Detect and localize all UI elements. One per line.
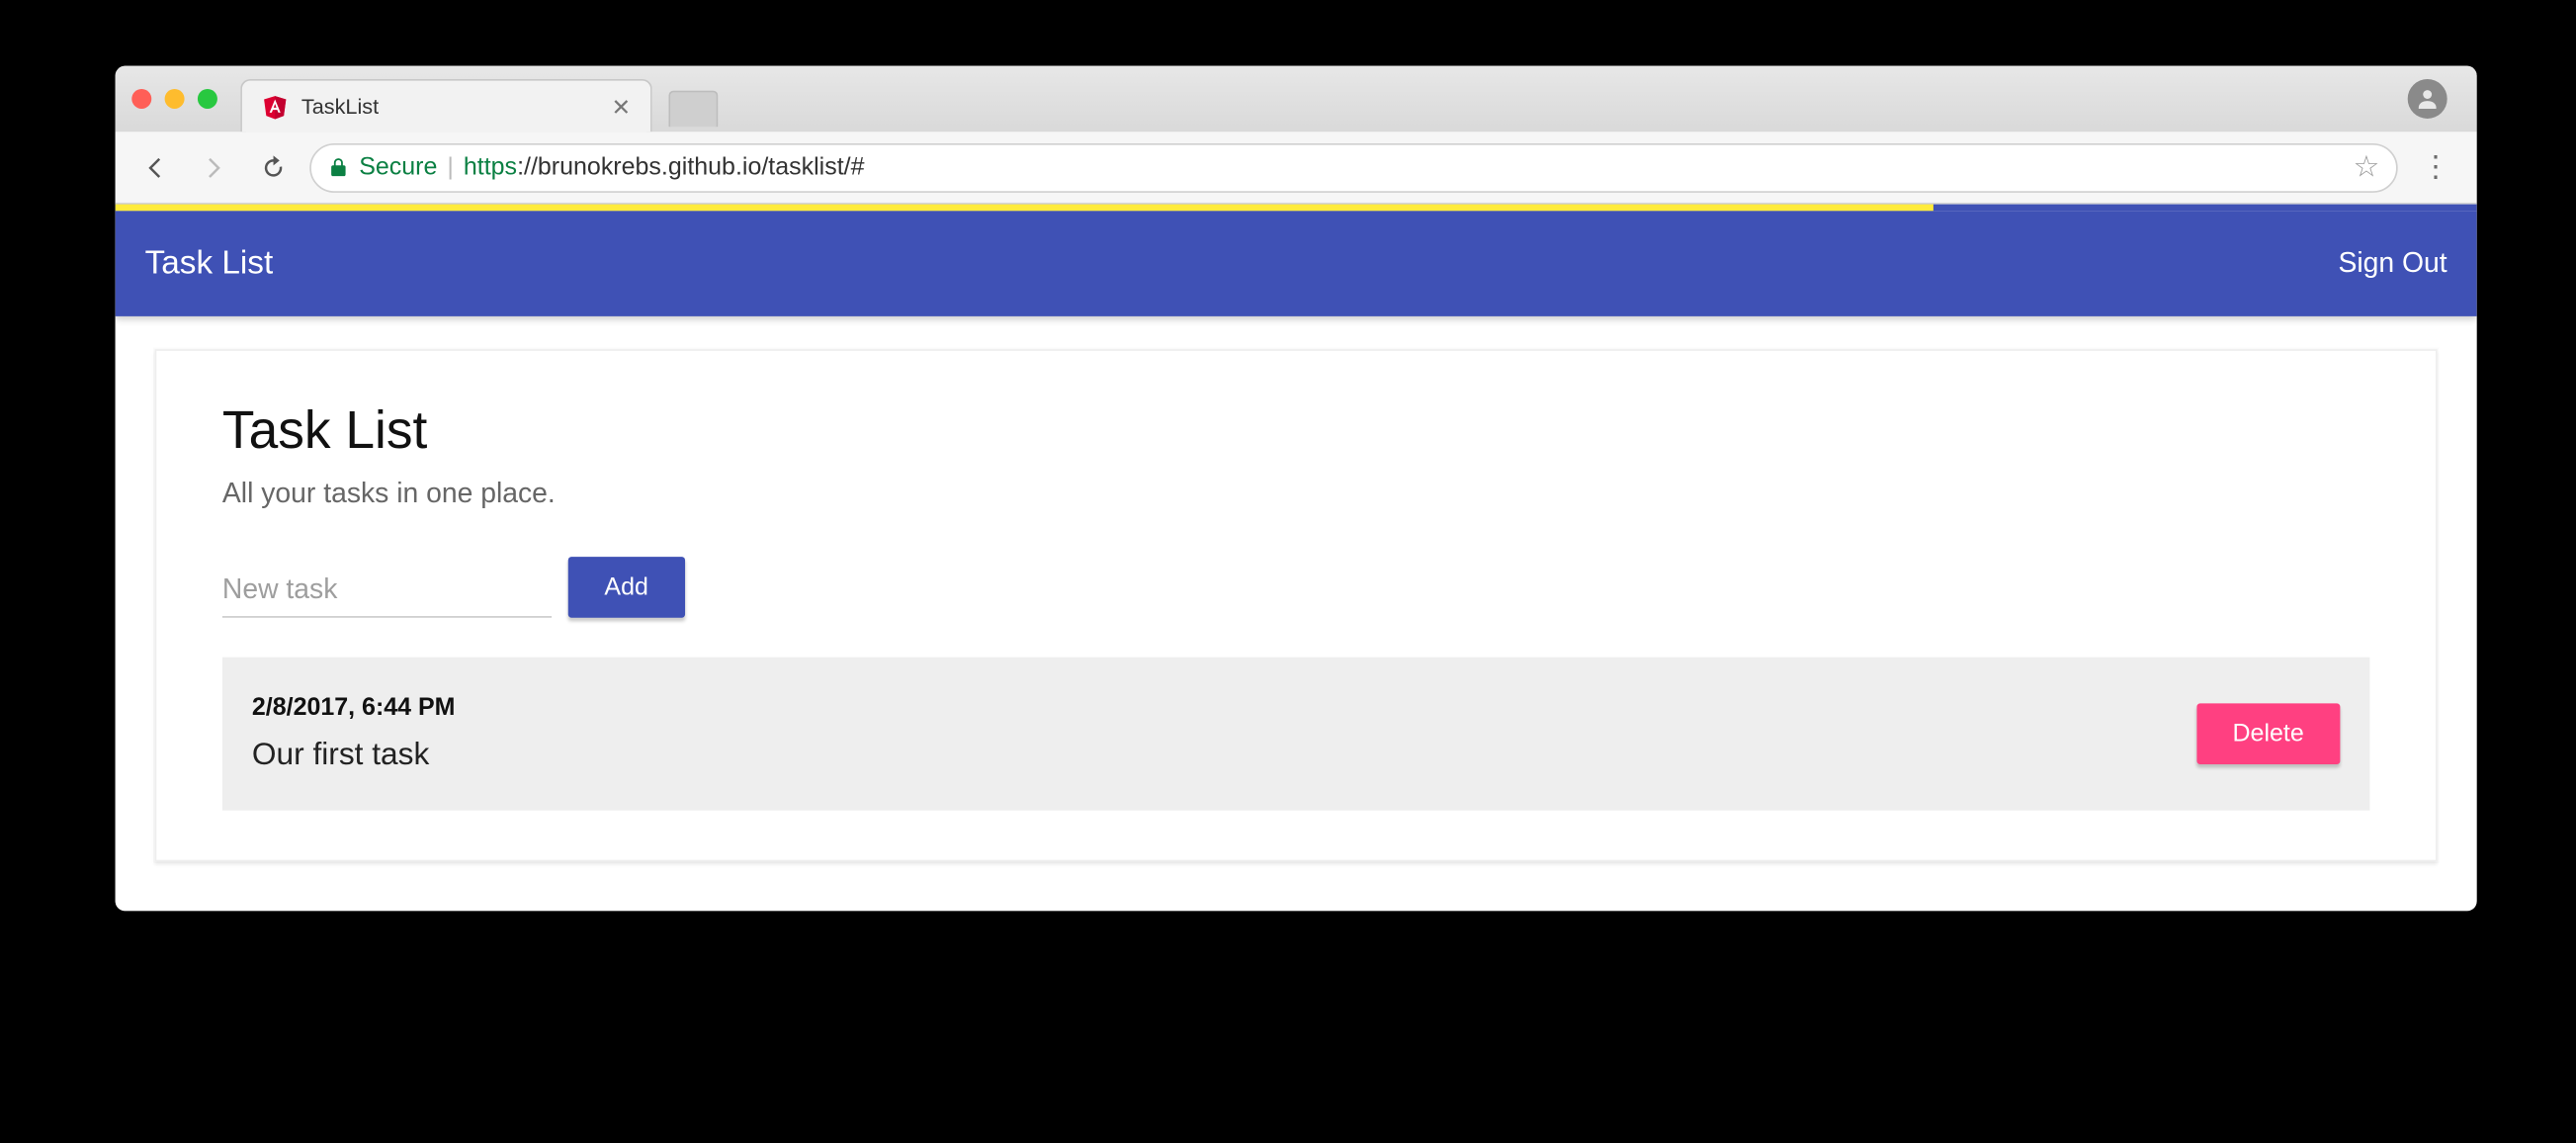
sign-out-button[interactable]: Sign Out xyxy=(2338,247,2447,280)
task-item: 2/8/2017, 6:44 PM Our first task Delete xyxy=(222,658,2369,811)
bookmark-star-icon[interactable]: ☆ xyxy=(2353,150,2379,185)
new-task-row: Add xyxy=(222,557,2369,618)
page-load-progress xyxy=(116,205,2477,212)
app-title: Task List xyxy=(145,244,274,282)
task-description: Our first task xyxy=(252,738,456,774)
browser-window: TaskList ✕ Secure | https://brunokrebs.g… xyxy=(116,66,2477,912)
app-toolbar: Task List Sign Out xyxy=(116,211,2477,316)
url-rest: ://brunokrebs.github.io/tasklist/# xyxy=(517,153,864,181)
secure-label: Secure xyxy=(359,153,437,181)
task-meta: 2/8/2017, 6:44 PM Our first task xyxy=(252,693,456,774)
browser-toolbar: Secure | https://brunokrebs.github.io/ta… xyxy=(116,132,2477,204)
window-controls xyxy=(131,89,217,109)
browser-tab[interactable]: TaskList ✕ xyxy=(240,79,652,132)
forward-button[interactable] xyxy=(191,144,237,191)
back-button[interactable] xyxy=(131,144,178,191)
task-timestamp: 2/8/2017, 6:44 PM xyxy=(252,693,456,721)
angular-favicon-icon xyxy=(262,93,289,120)
reload-button[interactable] xyxy=(250,144,297,191)
tab-close-icon[interactable]: ✕ xyxy=(612,95,632,118)
window-close-button[interactable] xyxy=(131,89,151,109)
lock-icon xyxy=(328,156,350,178)
card-subheading: All your tasks in one place. xyxy=(222,478,2369,510)
progress-fill xyxy=(116,205,1934,212)
separator: | xyxy=(447,153,454,181)
new-task-input[interactable] xyxy=(222,564,552,618)
profile-avatar-icon[interactable] xyxy=(2408,79,2447,119)
url: https://brunokrebs.github.io/tasklist/# xyxy=(464,153,865,181)
browser-tab-bar: TaskList ✕ xyxy=(116,66,2477,132)
browser-tab-title: TaskList xyxy=(301,94,598,119)
task-card: Task List All your tasks in one place. A… xyxy=(155,349,2438,861)
new-tab-button[interactable] xyxy=(668,91,718,128)
card-heading: Task List xyxy=(222,400,2369,462)
delete-task-button[interactable]: Delete xyxy=(2196,703,2341,764)
url-scheme: https xyxy=(464,153,517,181)
app-viewport: Task List Sign Out Task List All your ta… xyxy=(116,205,2477,912)
window-zoom-button[interactable] xyxy=(198,89,217,109)
add-task-button[interactable]: Add xyxy=(568,557,685,618)
address-bar[interactable]: Secure | https://brunokrebs.github.io/ta… xyxy=(309,142,2397,192)
browser-menu-icon[interactable]: ⋮ xyxy=(2411,150,2460,185)
page-content: Task List All your tasks in one place. A… xyxy=(116,316,2477,911)
window-minimize-button[interactable] xyxy=(165,89,185,109)
